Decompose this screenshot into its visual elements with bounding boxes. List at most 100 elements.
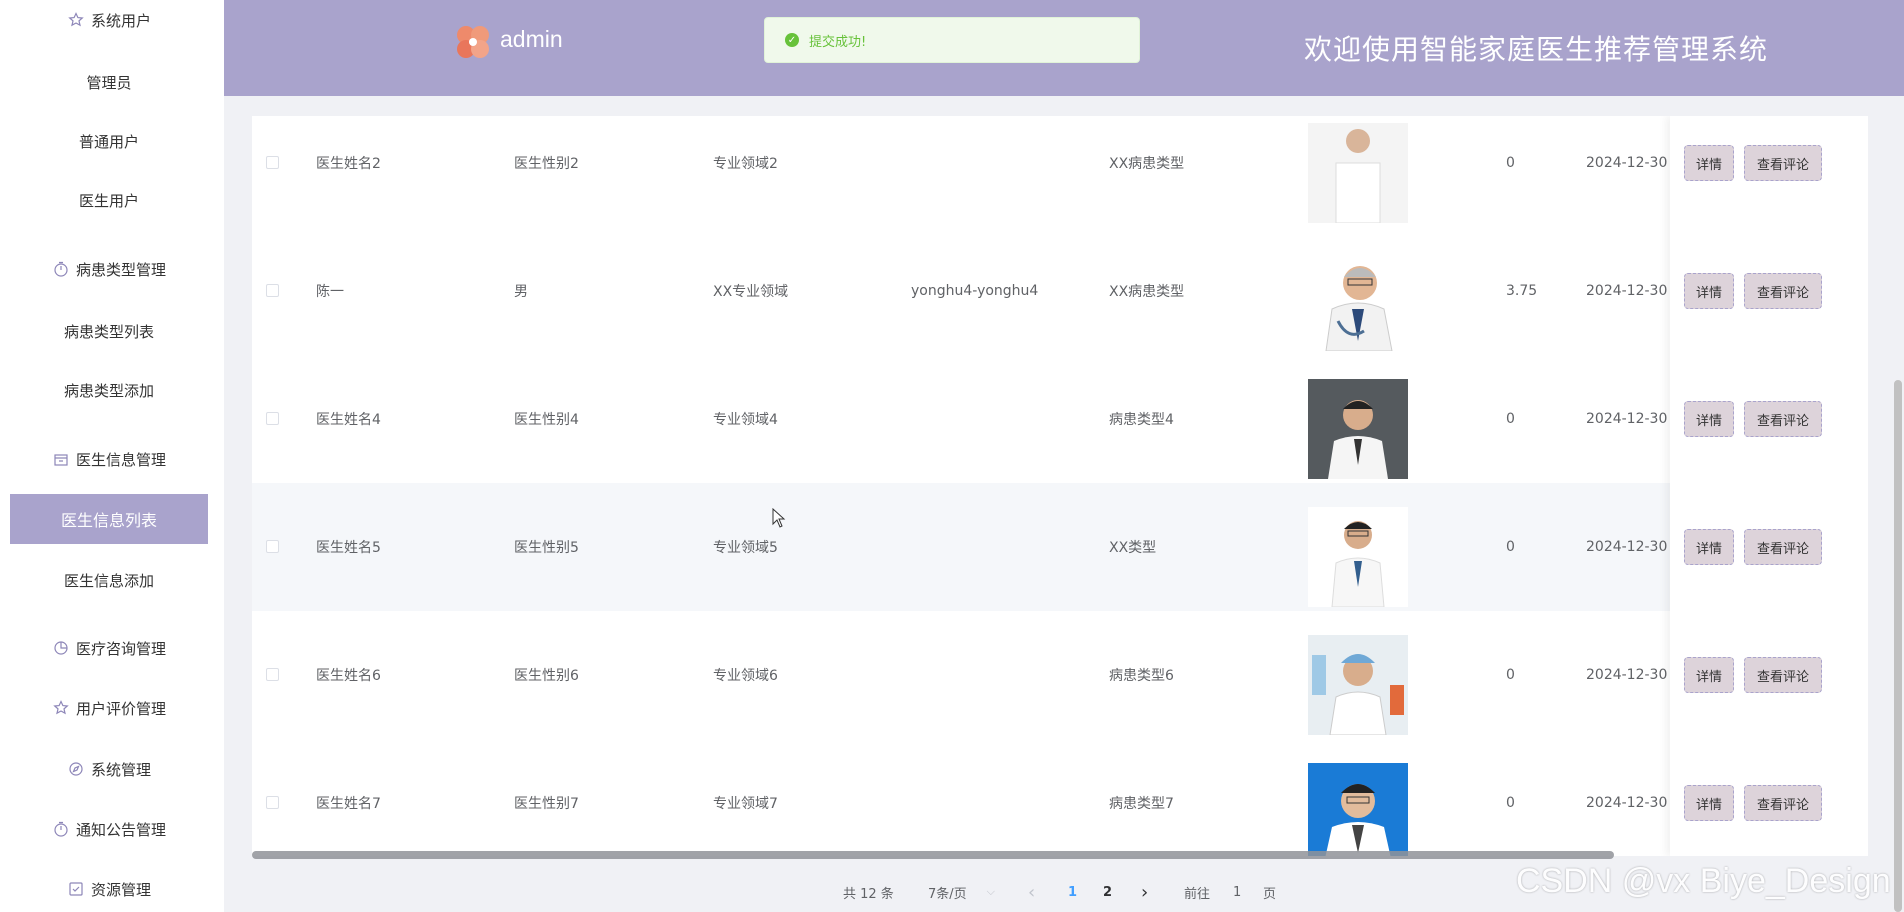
- view-comments-button[interactable]: 查看评论: [1744, 785, 1822, 821]
- cell-score: 0: [1506, 155, 1515, 171]
- sidebar-item-15[interactable]: 资源管理: [10, 864, 208, 912]
- view-comments-button[interactable]: 查看评论: [1744, 401, 1822, 437]
- sidebar-item-label: 病患类型列表: [63, 322, 154, 341]
- timer-icon: [52, 260, 70, 278]
- cell-gender: 男: [514, 284, 528, 300]
- cell-disease: 病患类型4: [1109, 412, 1174, 428]
- detail-button[interactable]: 详情: [1684, 657, 1734, 693]
- cell-gender: 医生性别4: [514, 412, 579, 428]
- compass-icon: [67, 760, 85, 778]
- cell-field: 专业领域7: [713, 796, 778, 812]
- row-checkbox[interactable]: [266, 412, 279, 425]
- cell-score: 0: [1506, 795, 1515, 811]
- sidebar-item-2[interactable]: 管理员: [10, 57, 208, 107]
- sidebar-item-label: 用户评价管理: [75, 699, 166, 718]
- page-number-2[interactable]: 2: [1103, 880, 1112, 904]
- box-icon: [52, 450, 70, 468]
- sidebar-item-6[interactable]: 病患类型列表: [10, 306, 208, 356]
- sidebar-item-13[interactable]: 系统管理: [10, 744, 208, 794]
- sidebar-item-label: 医生信息列表: [60, 511, 157, 530]
- mouse-cursor-icon: [772, 508, 786, 528]
- sidebar-item-label: 管理员: [86, 73, 132, 92]
- cell-disease: 病患类型7: [1109, 796, 1174, 812]
- cell-date: 2024-12-30: [1586, 667, 1668, 683]
- cell-score: 0: [1506, 667, 1515, 683]
- row-checkbox[interactable]: [266, 796, 279, 809]
- toast-message: 提交成功!: [809, 34, 867, 50]
- detail-button[interactable]: 详情: [1684, 785, 1734, 821]
- cell-score: 0: [1506, 411, 1515, 427]
- page-size-select[interactable]: 7条/页 ⌵: [928, 880, 995, 904]
- next-page-button[interactable]: ›: [1141, 880, 1148, 904]
- sidebar-item-5[interactable]: 病患类型管理: [10, 244, 208, 294]
- cell-disease: XX类型: [1109, 540, 1157, 556]
- star-icon: [52, 699, 70, 717]
- cell-field: 专业领域2: [713, 156, 778, 172]
- operations-column: 详情 查看评论 详情 查看评论 详情 查看评论 详情 查看评论 详情 查看评论 详情 查看评论: [1670, 116, 1868, 856]
- sidebar-item-8[interactable]: 医生信息管理: [10, 434, 208, 484]
- sidebar-item-label: 医生信息添加: [63, 571, 154, 590]
- goto-page-input[interactable]: 1: [1233, 880, 1241, 904]
- sidebar-item-1[interactable]: 系统用户: [10, 0, 208, 45]
- cell-date: 2024-12-30: [1586, 539, 1668, 555]
- sidebar-item-4[interactable]: 医生用户: [10, 175, 208, 225]
- cell-disease: XX病患类型: [1109, 284, 1185, 300]
- detail-button[interactable]: 详情: [1684, 401, 1734, 437]
- detail-button[interactable]: 详情: [1684, 145, 1734, 181]
- sidebar-item-label: 医疗咨询管理: [75, 639, 166, 658]
- doctor-photo: [1308, 123, 1408, 223]
- cell-gender: 医生性别2: [514, 156, 579, 172]
- doctor-photo: [1308, 763, 1408, 856]
- sidebar-item-10[interactable]: 医生信息添加: [10, 555, 208, 605]
- horizontal-scrollbar[interactable]: [252, 851, 1614, 859]
- sidebar-item-12[interactable]: 用户评价管理: [10, 683, 208, 733]
- row-checkbox[interactable]: [266, 156, 279, 169]
- cell-field: XX专业领域: [713, 284, 789, 300]
- row-checkbox[interactable]: [266, 540, 279, 553]
- pie-icon: [52, 639, 70, 657]
- cell-field: 专业领域4: [713, 412, 778, 428]
- sidebar-item-label: 病患类型管理: [75, 260, 166, 279]
- sidebar-item-11[interactable]: 医疗咨询管理: [10, 623, 208, 673]
- doctor-photo: [1308, 635, 1408, 735]
- sidebar-item-3[interactable]: 普通用户: [10, 116, 208, 166]
- cell-date: 2024-12-30: [1586, 155, 1668, 171]
- brand-name: admin: [500, 26, 563, 52]
- sidebar-item-7[interactable]: 病患类型添加: [10, 365, 208, 415]
- vertical-scrollbar[interactable]: [1894, 380, 1902, 912]
- cell-name: 医生姓名7: [316, 796, 381, 812]
- view-comments-button[interactable]: 查看评论: [1744, 657, 1822, 693]
- sidebar-item-14[interactable]: 通知公告管理: [10, 804, 208, 854]
- watermark: CSDN @vx Biye_Design: [1516, 862, 1891, 900]
- view-comments-button[interactable]: 查看评论: [1744, 145, 1822, 181]
- doctor-photo: [1308, 507, 1408, 607]
- cell-gender: 医生性别6: [514, 668, 579, 684]
- cell-field: 专业领域6: [713, 668, 778, 684]
- row-checkbox[interactable]: [266, 668, 279, 681]
- detail-button[interactable]: 详情: [1684, 529, 1734, 565]
- sidebar-item-9[interactable]: 医生信息列表: [10, 494, 208, 544]
- sidebar-item-label: 普通用户: [78, 132, 139, 151]
- sidebar-item-label: 资源管理: [90, 880, 151, 899]
- cell-name: 医生姓名2: [316, 156, 381, 172]
- detail-button[interactable]: 详情: [1684, 273, 1734, 309]
- cell-score: 3.75: [1506, 283, 1538, 299]
- table-row: 医生姓名4 医生性别4 专业领域4 病患类型4 0 2024-12-30: [252, 355, 1868, 484]
- table-row: 医生姓名7 医生性别7 专业领域7 病患类型7 0 2024-12-30: [252, 739, 1868, 856]
- view-comments-button[interactable]: 查看评论: [1744, 273, 1822, 309]
- check-circle-icon: ✓: [785, 33, 799, 47]
- cell-score: 0: [1506, 539, 1515, 555]
- prev-page-button[interactable]: ‹: [1028, 880, 1035, 904]
- table-row: 医生姓名2 医生性别2 专业领域2 XX病患类型 0 2024-12-30: [252, 116, 1868, 228]
- row-checkbox[interactable]: [266, 284, 279, 297]
- sidebar: 系统用户管理员普通用户医生用户病患类型管理病患类型列表病患类型添加 医生信息管理医…: [0, 0, 224, 912]
- cell-account: yonghu4-yonghu4: [911, 283, 1039, 299]
- cell-field: 专业领域5: [713, 540, 778, 556]
- doctor-photo: [1308, 379, 1408, 479]
- site-title: 欢迎使用智能家庭医生推荐管理系统: [1304, 33, 1769, 66]
- page-number-1[interactable]: 1: [1068, 880, 1077, 904]
- view-comments-button[interactable]: 查看评论: [1744, 529, 1822, 565]
- success-toast: ✓ 提交成功!: [764, 17, 1140, 63]
- logo-icon: [457, 26, 489, 58]
- cell-date: 2024-12-30: [1586, 411, 1668, 427]
